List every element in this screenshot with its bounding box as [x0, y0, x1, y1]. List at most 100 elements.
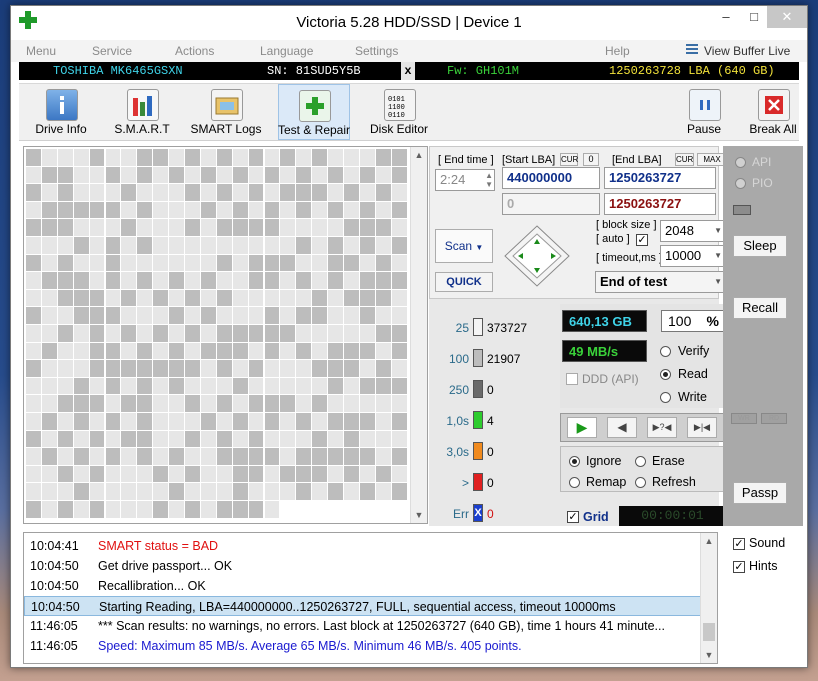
menu-language[interactable]: Language — [260, 44, 313, 58]
title-bar[interactable]: Victoria 5.28 HDD/SSD | Device 1 – □ ✕ — [11, 6, 807, 37]
end-action-select[interactable]: End of test ▼ — [595, 271, 727, 293]
grid-block — [296, 219, 312, 236]
grid-block — [359, 149, 375, 166]
block-size-select[interactable]: 2048 ▼ — [660, 220, 727, 242]
sleep-button[interactable]: Sleep — [733, 235, 787, 257]
scroll-up-icon[interactable]: ▲ — [701, 536, 717, 546]
end-lba-input[interactable]: 1250263727 — [604, 167, 716, 189]
log-scrollbar[interactable]: ▲ ▼ — [700, 533, 717, 663]
erase-radio[interactable] — [635, 456, 646, 467]
grid-block — [312, 395, 328, 412]
menu-menu[interactable]: Menu — [26, 44, 56, 58]
grid-block — [232, 430, 248, 448]
step-button[interactable]: ▶?◀ — [647, 417, 677, 438]
recall-button[interactable]: Recall — [733, 297, 787, 319]
log-row[interactable]: 11:46:05 *** Scan results: no warnings, n… — [24, 616, 704, 636]
sound-checkbox[interactable]: ✓ — [733, 538, 745, 550]
scan-label: Scan — [444, 239, 473, 253]
play-button[interactable]: ▶ — [567, 417, 597, 438]
quick-button[interactable]: QUICK — [435, 272, 493, 292]
end-time-input[interactable]: 2:24 ▲ ▼ — [435, 169, 495, 191]
start-lba-label: [Start LBA] — [502, 154, 556, 166]
scroll-down-icon[interactable]: ▼ — [701, 650, 717, 660]
menu-service[interactable]: Service — [92, 44, 132, 58]
grid-block — [296, 360, 312, 377]
grid-block — [105, 307, 121, 324]
grid-block — [169, 413, 184, 430]
grid-block — [264, 307, 280, 324]
read-radio[interactable] — [660, 369, 671, 380]
passp-button[interactable]: Passp — [733, 482, 787, 504]
start-zero-button[interactable]: 0 — [583, 153, 599, 166]
maximize-button[interactable]: □ — [741, 6, 767, 28]
scroll-up-icon[interactable]: ▲ — [411, 150, 427, 160]
grid-block — [89, 149, 105, 166]
reverse-button[interactable]: ◀ — [607, 417, 637, 438]
grid-block — [280, 254, 296, 272]
grid-block — [26, 237, 41, 254]
grid-checkbox[interactable]: ✓ — [567, 511, 579, 523]
skip-button[interactable]: ▶|◀ — [687, 417, 717, 438]
rd-button[interactable]: RD — [761, 413, 787, 424]
log-row[interactable]: 10:04:50 Starting Reading, LBA=440000000.… — [24, 596, 704, 616]
grid-block — [344, 448, 359, 465]
log-row[interactable]: 10:04:50 Recallibration... OK — [24, 576, 704, 596]
legend-row: 25 373727 — [429, 318, 547, 338]
side-panel: API PIO Sleep Recall WR RD Passp — [723, 146, 803, 526]
remap-radio[interactable] — [569, 477, 580, 488]
menu-help[interactable]: Help — [605, 44, 630, 58]
verify-radio[interactable] — [660, 346, 671, 357]
grid-block — [200, 272, 216, 289]
break-all-button[interactable]: Break All — [738, 84, 807, 140]
minimize-button[interactable]: – — [711, 6, 741, 28]
grid-block — [216, 201, 232, 219]
grid-block — [248, 501, 264, 518]
log-message: Starting Reading, LBA=440000000..1250263… — [99, 600, 616, 614]
disk-editor-button[interactable]: 0101 1100 0110 Disk Editor — [364, 84, 434, 140]
pio-radio[interactable] — [735, 178, 746, 189]
grid-block — [153, 307, 169, 324]
close-button[interactable]: ✕ — [767, 6, 807, 28]
smart-logs-button[interactable]: SMART Logs — [191, 84, 261, 140]
log-scroll-thumb[interactable] — [703, 623, 715, 641]
grid-block — [391, 501, 407, 518]
drive-info-button[interactable]: Drive Info — [26, 84, 96, 140]
timeout-select[interactable]: 10000 ▼ — [660, 245, 727, 267]
api-radio[interactable] — [735, 157, 746, 168]
grid-block — [137, 413, 153, 430]
grid-block — [344, 166, 359, 184]
direction-pad-icon[interactable] — [503, 224, 571, 288]
start-cur-button[interactable]: CUR — [560, 153, 578, 166]
eject-button[interactable]: x — [401, 62, 415, 80]
auto-checkbox[interactable]: ✓ — [636, 234, 648, 246]
remap-label: Remap — [586, 475, 627, 489]
write-radio[interactable] — [660, 392, 671, 403]
hints-checkbox[interactable]: ✓ — [733, 561, 745, 573]
refresh-radio[interactable] — [635, 477, 646, 488]
grid-block — [232, 360, 248, 377]
ddd-checkbox[interactable] — [566, 373, 578, 385]
grid-block — [89, 465, 105, 483]
grid-block — [153, 501, 169, 518]
menu-settings[interactable]: Settings — [355, 44, 398, 58]
scan-button[interactable]: Scan ▼ — [435, 229, 493, 263]
view-buffer-live[interactable]: View Buffer Live — [704, 44, 790, 58]
grid-block — [137, 289, 153, 307]
end-cur-button[interactable]: CUR — [675, 153, 694, 166]
grid-block — [280, 377, 296, 395]
log-row[interactable]: 10:04:50 Get drive passport... OK — [24, 556, 704, 576]
test-repair-button[interactable]: Test & Repair — [278, 84, 350, 140]
grid-scrollbar[interactable]: ▲ ▼ — [410, 147, 427, 523]
ignore-radio[interactable] — [569, 456, 580, 467]
wr-button[interactable]: WR — [731, 413, 757, 424]
log-row[interactable]: 11:46:05 Speed: Maximum 85 MB/s. Average … — [24, 636, 704, 656]
menu-actions[interactable]: Actions — [175, 44, 214, 58]
grid-block — [41, 254, 57, 272]
grid-block — [328, 395, 343, 412]
time-spinner-icon[interactable]: ▲ ▼ — [485, 171, 493, 189]
start-lba-input[interactable]: 440000000 — [502, 167, 600, 189]
grid-block — [232, 395, 248, 412]
smart-button[interactable]: S.M.A.R.T — [107, 84, 177, 140]
scroll-down-icon[interactable]: ▼ — [411, 510, 427, 520]
log-row[interactable]: 10:04:41 SMART status = BAD — [24, 536, 704, 556]
